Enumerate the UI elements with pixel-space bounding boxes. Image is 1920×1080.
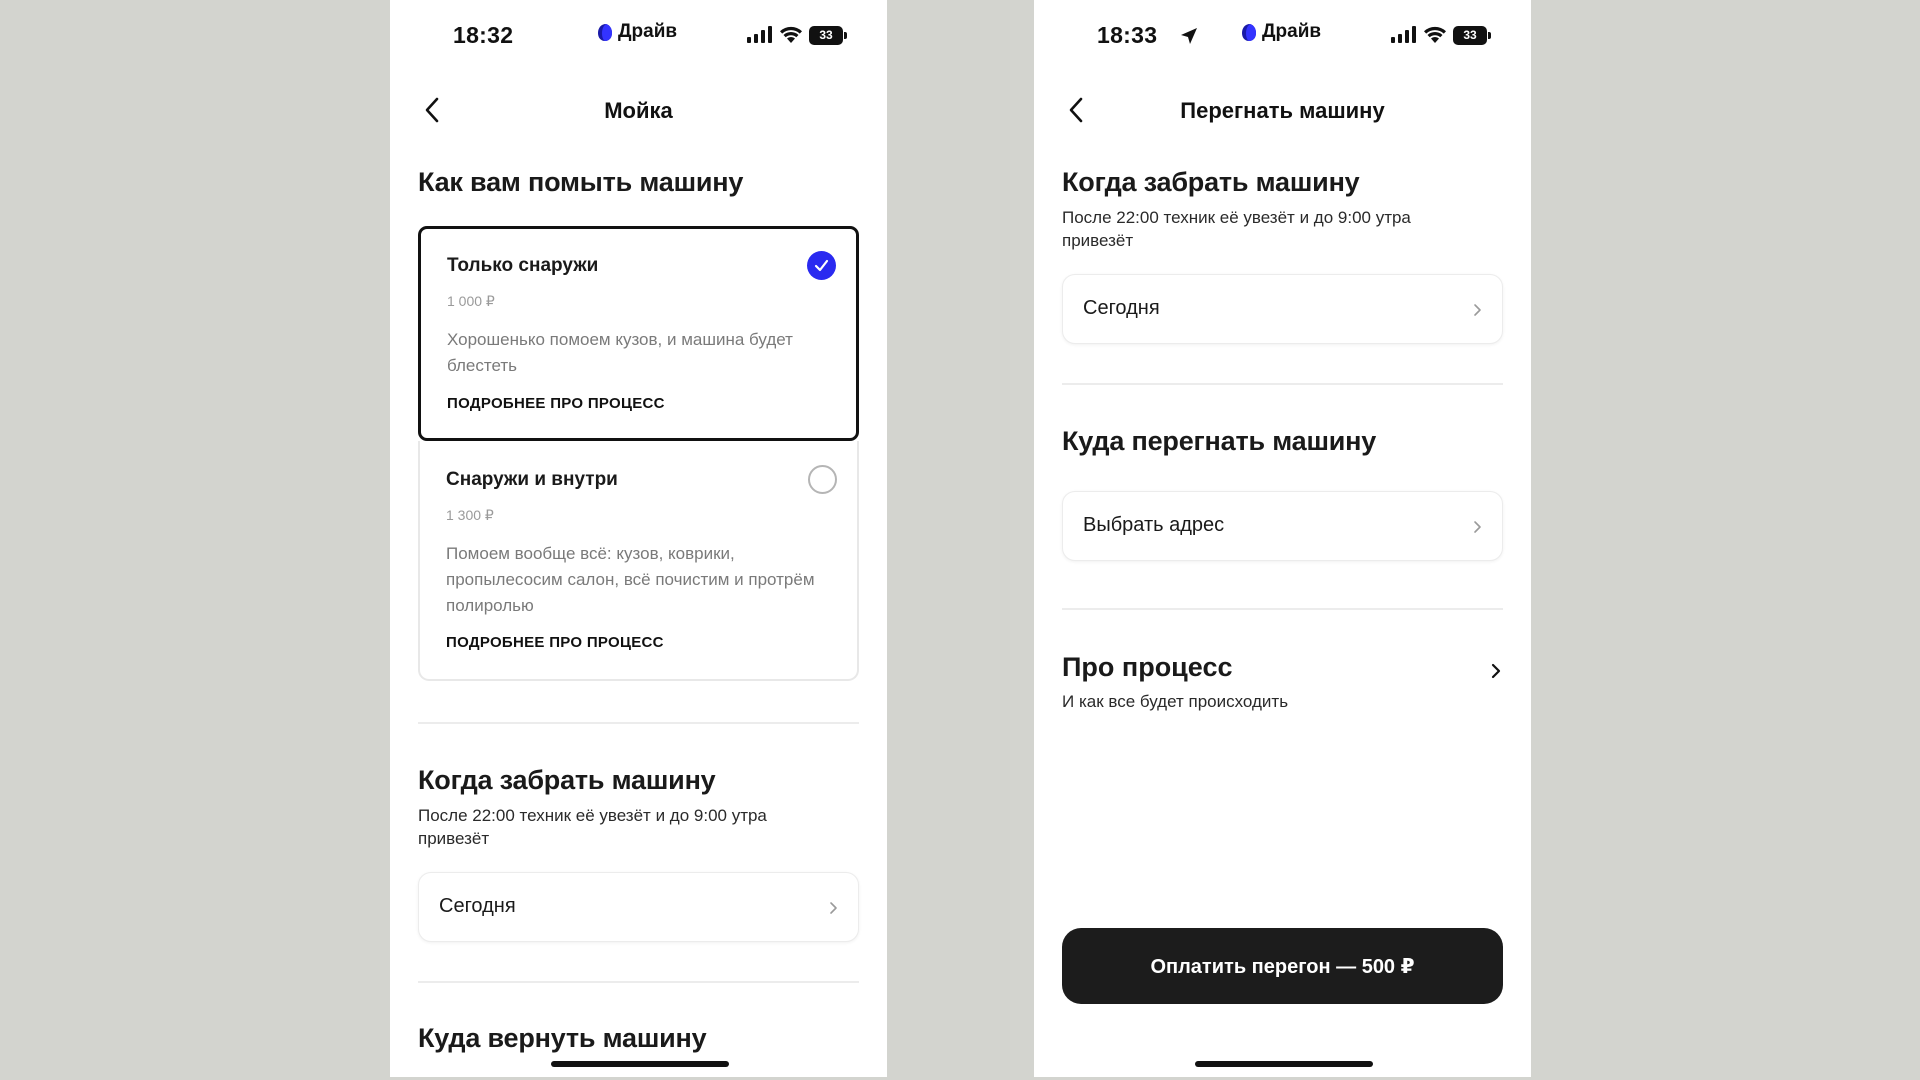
brand-label: Драйв (597, 21, 677, 43)
phone-screen-transfer: 18:33 Драйв 33 Перегнать машину Когда за… (1034, 0, 1531, 1077)
chevron-right-icon (830, 902, 837, 914)
pickup-heading: Когда забрать машину (1062, 167, 1360, 197)
option-description: Помоем вообще всё: кузов, коврики, пропы… (446, 544, 815, 615)
phone-screen-wash: 18:32 Драйв 33 Мойка Как вам помыть маши… (390, 0, 887, 1077)
destination-address-value: Выбрать адрес (1083, 514, 1225, 536)
wifi-icon (1424, 26, 1446, 43)
pickup-subtitle: После 22:00 техник её увезёт и до 9:00 у… (1062, 208, 1411, 250)
page-title: Перегнать машину (1180, 98, 1385, 123)
nav-bar: Мойка (390, 88, 887, 134)
brand-logo-icon (598, 23, 612, 41)
divider (418, 981, 859, 983)
option-details-link[interactable]: ПОДРОБНЕЕ ПРО ПРОЦЕСС (446, 634, 664, 651)
return-heading: Куда вернуть машину (418, 1023, 707, 1053)
check-icon (814, 259, 829, 272)
process-info-row[interactable]: Про процесс И как все будет происходить (1062, 652, 1503, 712)
page-title: Мойка (604, 98, 673, 123)
destination-address-select[interactable]: Выбрать адрес (1062, 491, 1503, 561)
battery-level: 33 (1453, 26, 1487, 45)
divider (418, 722, 859, 724)
battery-level: 33 (809, 26, 843, 45)
option-title: Снаружи и внутри (446, 469, 618, 490)
nav-bar: Перегнать машину (1034, 88, 1531, 134)
pickup-date-value: Сегодня (439, 895, 516, 917)
wash-option-outside[interactable]: Только снаружи 1 000 ₽ Хорошенько помоем… (418, 226, 859, 441)
signal-icon (747, 26, 772, 43)
battery-icon: 33 (1453, 26, 1491, 45)
status-bar: 18:32 Драйв 33 (390, 0, 887, 70)
radio-unselected[interactable] (808, 465, 837, 494)
wash-heading: Как вам помыть машину (418, 167, 744, 197)
wifi-icon (780, 26, 802, 43)
option-price: 1 000 ₽ (447, 293, 495, 309)
pickup-date-select[interactable]: Сегодня (418, 872, 859, 942)
divider (1062, 608, 1503, 610)
option-description: Хорошенько помоем кузов, и машина будет … (447, 330, 793, 375)
brand-text: Драйв (618, 21, 678, 42)
wash-option-inside-outside[interactable]: Снаружи и внутри 1 300 ₽ Помоем вообще в… (418, 441, 859, 681)
chevron-right-icon (1491, 663, 1501, 679)
radio-selected[interactable] (807, 251, 836, 280)
status-time: 18:32 (453, 22, 514, 48)
option-price: 1 300 ₽ (446, 507, 494, 523)
pickup-date-value: Сегодня (1083, 297, 1160, 319)
chevron-right-icon (1474, 521, 1481, 533)
divider (1062, 383, 1503, 385)
process-title: Про процесс (1062, 652, 1233, 682)
chevron-right-icon (1474, 304, 1481, 316)
home-indicator[interactable] (1195, 1061, 1373, 1067)
location-arrow-icon (1181, 28, 1197, 44)
status-time: 18:33 (1097, 22, 1158, 48)
option-details-link[interactable]: ПОДРОБНЕЕ ПРО ПРОЦЕСС (447, 395, 665, 412)
brand-text: Драйв (1262, 21, 1322, 42)
battery-icon: 33 (809, 26, 847, 45)
pay-transfer-button[interactable]: Оплатить перегон — 500 ₽ (1062, 928, 1503, 1004)
pickup-subtitle: После 22:00 техник её увезёт и до 9:00 у… (418, 806, 767, 848)
option-title: Только снаружи (447, 255, 599, 276)
brand-label: Драйв (1241, 21, 1321, 43)
signal-icon (1391, 26, 1416, 43)
pickup-heading: Когда забрать машину (418, 765, 716, 795)
destination-heading: Куда перегнать машину (1062, 426, 1377, 456)
home-indicator[interactable] (551, 1061, 729, 1067)
status-bar: 18:33 Драйв 33 (1034, 0, 1531, 70)
pickup-date-select[interactable]: Сегодня (1062, 274, 1503, 344)
brand-logo-icon (1242, 23, 1256, 41)
process-subtitle: И как все будет происходить (1062, 692, 1289, 711)
